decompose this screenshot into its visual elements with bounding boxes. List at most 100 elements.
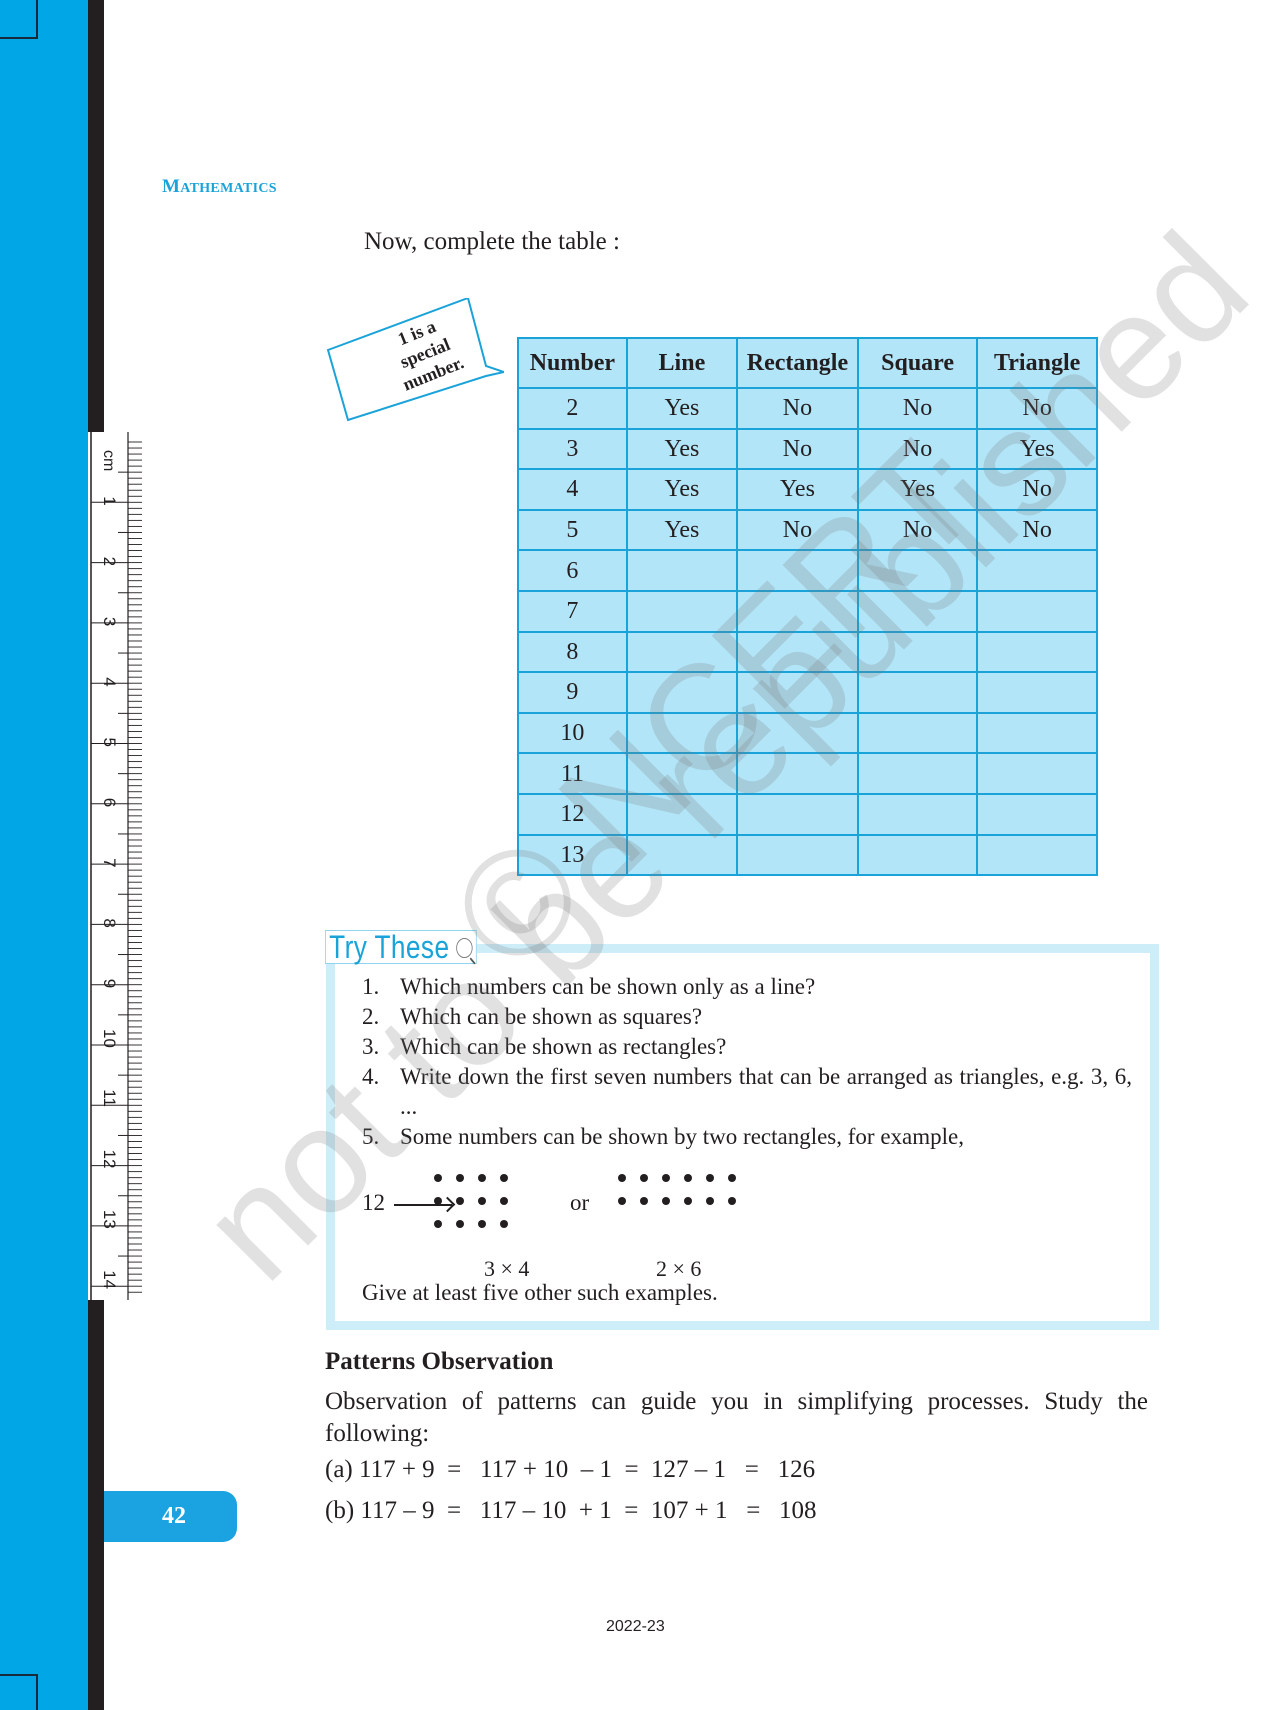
answer-cell[interactable]: Yes — [976, 427, 1098, 471]
dot — [728, 1197, 736, 1205]
dot — [662, 1174, 670, 1182]
ruler-number: 10 — [100, 1029, 119, 1048]
dot — [478, 1220, 486, 1228]
answer-cell[interactable] — [736, 792, 859, 836]
answer-cell[interactable]: Yes — [625, 468, 739, 511]
answer-cell[interactable] — [976, 671, 1098, 714]
running-head-rest: ATHEMATICS — [180, 181, 277, 196]
answer-cell[interactable] — [625, 752, 739, 795]
question-number: 5. — [362, 1124, 380, 1149]
dot — [500, 1197, 508, 1205]
table-row: 7 — [517, 589, 1098, 633]
answer-cell[interactable] — [736, 549, 859, 592]
table-row: 8 — [517, 630, 1098, 674]
answer-cell[interactable] — [736, 833, 859, 877]
table-row: 10 — [517, 711, 1098, 755]
answer-cell[interactable]: No — [976, 508, 1098, 552]
dot — [456, 1174, 464, 1182]
question-text: Which can be shown as rectangles? — [400, 1034, 727, 1059]
dot — [684, 1174, 692, 1182]
answer-cell[interactable] — [856, 549, 979, 592]
answer-cell[interactable] — [976, 792, 1098, 836]
column-header-triangle: Triangle — [976, 337, 1098, 389]
dot — [662, 1197, 670, 1205]
number-cell: 6 — [517, 549, 628, 592]
column-header-square: Square — [856, 337, 979, 389]
dot — [434, 1197, 442, 1205]
running-head-cap: M — [162, 176, 181, 197]
question-number: 4. — [362, 1064, 380, 1089]
crop-mark — [0, 1674, 38, 1710]
answer-cell[interactable] — [625, 833, 739, 877]
binding-strip — [88, 0, 104, 432]
answer-cell[interactable]: Yes — [736, 468, 859, 511]
magnifier-icon — [456, 937, 473, 958]
question-text: Which numbers can be shown only as a lin… — [400, 974, 816, 999]
question-text: Which can be shown as squares? — [400, 1004, 703, 1029]
ruler-scale: cm1234567891011121314 — [90, 432, 144, 1300]
table-row: 2 Yes No No No — [517, 387, 1098, 430]
answer-cell[interactable]: Yes — [625, 508, 739, 552]
dot — [618, 1197, 626, 1205]
answer-cell[interactable] — [736, 630, 859, 674]
table-row: 9 — [517, 671, 1098, 714]
number-cell: 3 — [517, 427, 628, 471]
answer-cell[interactable] — [856, 671, 979, 714]
answer-cell[interactable] — [625, 671, 739, 714]
crop-mark — [0, 0, 38, 39]
answer-cell[interactable] — [976, 589, 1098, 633]
answer-cell[interactable]: No — [736, 427, 859, 471]
table-row: 6 — [517, 549, 1098, 592]
answer-cell[interactable] — [856, 711, 979, 755]
answer-cell[interactable] — [736, 711, 859, 755]
answer-cell[interactable]: No — [976, 387, 1098, 430]
answer-cell[interactable] — [625, 792, 739, 836]
ruler-number: 13 — [100, 1210, 119, 1229]
ruler-number: 5 — [100, 738, 119, 747]
answer-cell[interactable] — [625, 549, 739, 592]
answer-cell[interactable]: No — [736, 387, 859, 430]
answer-cell[interactable] — [856, 589, 979, 633]
ruler-number: 9 — [100, 979, 119, 988]
dot — [456, 1220, 464, 1228]
intro-text: Now, complete the table : — [364, 228, 620, 255]
answer-cell[interactable]: Yes — [625, 387, 739, 430]
answer-cell[interactable] — [856, 833, 979, 877]
answer-cell[interactable] — [736, 671, 859, 714]
ruler: cm 1 2 3 4 5 6 7 8 9 10 11 12 13 14 — [90, 432, 144, 1300]
answer-cell[interactable] — [976, 833, 1098, 877]
question-number: 2. — [362, 1004, 380, 1029]
answer-cell[interactable] — [625, 711, 739, 755]
answer-cell[interactable]: Yes — [625, 427, 739, 471]
answer-cell[interactable]: No — [736, 508, 859, 552]
dot — [706, 1174, 714, 1182]
question-item: 5. Some numbers can be shown by two recta… — [362, 1122, 1132, 1152]
dot — [618, 1174, 626, 1182]
table-header-row: Number Line Rectangle Square Triangle — [517, 337, 1098, 389]
answer-cell[interactable] — [856, 630, 979, 674]
question-list: 1. Which numbers can be shown only as a l… — [362, 972, 1132, 1152]
answer-cell[interactable] — [976, 752, 1098, 795]
answer-cell[interactable] — [625, 630, 739, 674]
table-row: 3 Yes No No Yes — [517, 427, 1098, 471]
number-cell: 2 — [517, 387, 628, 430]
answer-cell[interactable]: No — [856, 387, 979, 430]
ruler-number: 14 — [100, 1270, 119, 1289]
answer-cell[interactable]: No — [976, 468, 1098, 511]
answer-cell[interactable]: No — [856, 427, 979, 471]
answer-cell[interactable] — [976, 630, 1098, 674]
ruler-number: 11 — [100, 1089, 119, 1107]
ruler-number: 8 — [100, 918, 119, 927]
answer-cell[interactable] — [736, 752, 859, 795]
answer-cell[interactable] — [625, 589, 739, 633]
answer-cell[interactable] — [856, 752, 979, 795]
right-arrow-icon — [394, 1204, 452, 1206]
answer-cell[interactable] — [736, 589, 859, 633]
question-number: 3. — [362, 1034, 380, 1059]
answer-cell[interactable] — [856, 792, 979, 836]
answer-cell[interactable] — [976, 711, 1098, 755]
answer-cell[interactable]: Yes — [856, 468, 979, 511]
answer-cell[interactable]: No — [856, 508, 979, 552]
number-cell: 9 — [517, 671, 628, 714]
answer-cell[interactable] — [976, 549, 1098, 592]
